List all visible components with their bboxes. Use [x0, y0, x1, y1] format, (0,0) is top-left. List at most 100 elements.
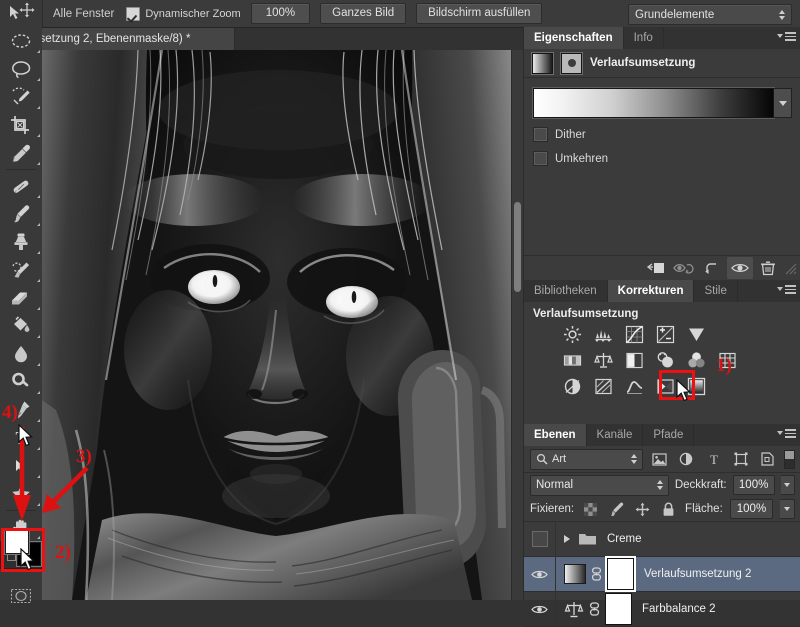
gradient-picker-row[interactable] — [533, 88, 792, 118]
tool-crop[interactable] — [0, 111, 42, 139]
delete-trash-icon[interactable] — [755, 257, 781, 279]
tool-clone-stamp[interactable] — [0, 228, 42, 256]
corrections-panel-menu-icon[interactable] — [777, 285, 796, 294]
workspace-selector[interactable]: Grundelemente — [628, 4, 792, 25]
pixel-filter-icon[interactable] — [649, 449, 670, 469]
invert-icon[interactable] — [562, 376, 583, 396]
posterize-icon[interactable] — [593, 376, 614, 396]
layer-mask-thumbnail[interactable] — [605, 593, 632, 625]
tool-blur[interactable] — [0, 340, 42, 368]
blend-mode-select[interactable]: Normal — [530, 475, 669, 496]
tool-history-brush[interactable] — [0, 256, 42, 284]
tab-eigenschaften[interactable]: Eigenschaften — [524, 27, 624, 49]
quick-mask-icon[interactable] — [11, 588, 31, 607]
tool-spot-healing-brush[interactable] — [0, 172, 42, 200]
adjustment-filter-icon[interactable] — [676, 449, 697, 469]
exposure-icon[interactable] — [655, 324, 676, 344]
invert-checkbox[interactable] — [533, 151, 548, 166]
layer-row-gradient-map[interactable]: Verlaufsumsetzung 2 — [524, 557, 800, 592]
brightness-contrast-icon[interactable] — [562, 324, 583, 344]
tool-lasso[interactable] — [0, 55, 42, 83]
vibrance-icon[interactable] — [686, 324, 707, 344]
reset-icon[interactable] — [699, 257, 725, 279]
hue-saturation-icon[interactable] — [562, 350, 583, 370]
threshold-icon[interactable] — [624, 376, 645, 396]
panel-resize-grip[interactable] — [783, 261, 797, 275]
fit-image-button[interactable]: Ganzes Bild — [320, 3, 406, 24]
clip-to-layer-icon[interactable] — [643, 257, 669, 279]
layers-panel-menu-icon[interactable] — [777, 429, 796, 438]
invert-option[interactable]: Umkehren — [533, 151, 792, 166]
filter-kind-select[interactable]: Art — [530, 449, 643, 470]
layer-thumbnail-gradient-map[interactable] — [564, 564, 586, 584]
levels-icon[interactable] — [593, 324, 614, 344]
layer-row-group[interactable]: Creme — [524, 522, 800, 557]
chevron-updown-icon — [631, 454, 637, 464]
tool-quick-selection[interactable] — [0, 83, 42, 111]
shape-filter-icon[interactable] — [730, 449, 751, 469]
fill-dropdown[interactable] — [780, 499, 795, 519]
layer-row-color-balance[interactable]: Farbbalance 2 — [524, 592, 800, 627]
tool-elliptical-marquee[interactable] — [0, 27, 42, 55]
lock-position-icon[interactable] — [633, 499, 652, 519]
tool-custom-shape[interactable] — [0, 480, 42, 508]
fill-value[interactable]: 100% — [730, 499, 773, 519]
lock-all-icon[interactable] — [659, 499, 678, 519]
layer-thumbnail-color-balance[interactable] — [564, 599, 584, 619]
toggle-preview-icon[interactable] — [671, 257, 697, 279]
color-balance-icon[interactable] — [593, 350, 614, 370]
document-tab[interactable]: ...umsetzung 2, Ebenenmaske/8) * — [42, 28, 235, 50]
tab-info[interactable]: Info — [624, 27, 664, 49]
tab-stile[interactable]: Stile — [694, 280, 737, 302]
layer-visibility-toggle[interactable] — [524, 592, 556, 626]
quick-select-icon — [10, 87, 32, 107]
tab-korrekturen[interactable]: Korrekturen — [608, 280, 695, 302]
dither-option[interactable]: Dither — [533, 127, 792, 142]
workspace-label: Grundelemente — [635, 9, 714, 21]
canvas-area[interactable] — [42, 50, 523, 600]
tool-dodge[interactable] — [0, 368, 42, 396]
fill-screen-button[interactable]: Bildschirm ausfüllen — [416, 3, 542, 24]
annotation-step-1: 1) — [716, 355, 732, 377]
tool-brush[interactable] — [0, 200, 42, 228]
tab-pfade[interactable]: Pfade — [643, 424, 694, 446]
tool-path-selection[interactable] — [0, 452, 42, 480]
canvas-vertical-scrollbar[interactable] — [511, 50, 523, 600]
layer-mask-thumbnail[interactable] — [607, 558, 634, 590]
gradient-dropdown-button[interactable] — [774, 88, 792, 118]
tool-eyedropper[interactable] — [0, 139, 42, 167]
lock-image-icon[interactable] — [607, 499, 626, 519]
lock-transparency-icon[interactable] — [581, 499, 600, 519]
gradient-preview-bar[interactable] — [533, 88, 774, 118]
bucket-icon — [10, 316, 32, 336]
tab-bibliotheken[interactable]: Bibliotheken — [524, 280, 608, 302]
tab-ebenen[interactable]: Ebenen — [524, 424, 587, 446]
type-filter-icon[interactable]: T — [703, 449, 724, 469]
opacity-dropdown[interactable] — [781, 475, 795, 495]
dynamic-zoom-checkbox[interactable]: Dynamischer Zoom — [126, 7, 240, 21]
group-expand-arrow-icon[interactable] — [564, 535, 570, 543]
curves-icon[interactable] — [624, 324, 645, 344]
tool-eraser[interactable] — [0, 284, 42, 312]
layer-visibility-toggle[interactable] — [524, 522, 556, 556]
layer-mask-thumbnail-icon[interactable] — [561, 53, 582, 74]
link-mask-icon[interactable] — [588, 602, 601, 616]
link-mask-icon[interactable] — [590, 567, 603, 581]
zoom-level-button[interactable]: 100% — [251, 3, 310, 24]
photo-filter-icon[interactable] — [655, 350, 676, 370]
dither-checkbox[interactable] — [533, 127, 548, 142]
tool-type[interactable]: T — [0, 424, 42, 452]
properties-panel-menu-icon[interactable] — [777, 32, 796, 41]
visibility-eye-icon[interactable] — [727, 257, 753, 279]
black-white-icon[interactable] — [624, 350, 645, 370]
properties-panel-tabs: Eigenschaften Info — [524, 27, 800, 49]
channel-mixer-icon[interactable] — [686, 350, 707, 370]
filter-toggle-switch[interactable] — [784, 450, 795, 469]
canvas-scrollbar-thumb[interactable] — [514, 202, 521, 292]
layer-visibility-toggle[interactable] — [524, 557, 556, 591]
tab-kanaele[interactable]: Kanäle — [587, 424, 644, 446]
tool-paint-bucket[interactable] — [0, 312, 42, 340]
opacity-value[interactable]: 100% — [733, 475, 775, 495]
smart-object-filter-icon[interactable] — [757, 449, 778, 469]
highlight-box-gradient-map-button — [659, 370, 695, 400]
